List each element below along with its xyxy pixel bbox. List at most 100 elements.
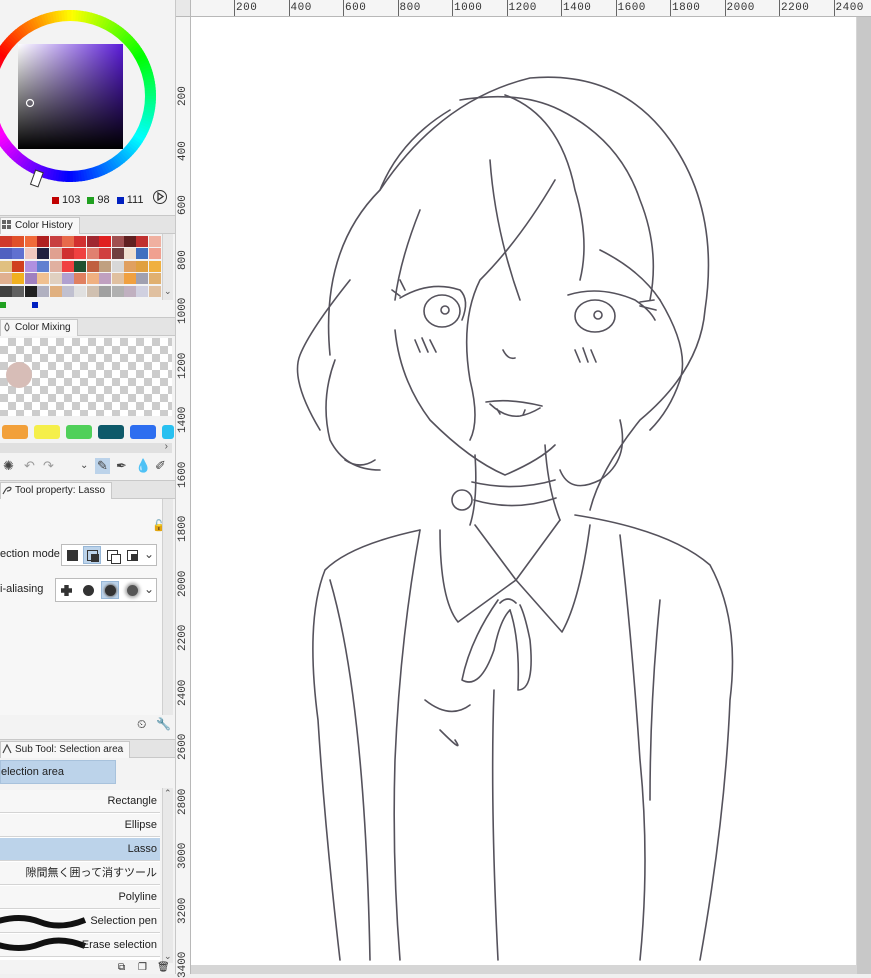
history-swatch[interactable] [62, 285, 74, 297]
history-swatch[interactable] [111, 248, 124, 260]
color-history-scrollbar[interactable]: ⌄ [162, 234, 173, 300]
history-swatch[interactable] [12, 285, 25, 297]
history-swatch[interactable] [74, 236, 87, 247]
tab-sub-tool[interactable]: Sub Tool: Selection area [0, 741, 131, 758]
history-swatch[interactable] [37, 285, 50, 297]
history-swatch[interactable] [148, 248, 161, 260]
history-swatch[interactable] [136, 248, 149, 260]
copy-icon[interactable]: ⧉ [118, 962, 125, 973]
red-value[interactable]: 103 [62, 194, 80, 206]
history-swatch[interactable] [124, 285, 136, 297]
history-swatch[interactable] [148, 273, 161, 285]
mode-intersect-selection-button[interactable] [123, 546, 141, 564]
history-swatch[interactable] [24, 273, 37, 285]
history-swatch[interactable] [111, 285, 124, 297]
history-swatch[interactable] [37, 273, 50, 285]
drawing-canvas[interactable] [191, 17, 856, 965]
history-swatch[interactable] [24, 285, 37, 297]
history-swatch[interactable] [62, 260, 74, 272]
blend-icon[interactable]: 💧 [135, 458, 151, 474]
history-swatch[interactable] [0, 236, 12, 247]
history-swatch[interactable] [12, 248, 25, 260]
history-swatch[interactable] [12, 273, 25, 285]
history-swatch[interactable] [0, 285, 12, 297]
history-swatch[interactable] [99, 273, 112, 285]
undo-icon[interactable]: ↶ [24, 458, 35, 474]
history-swatch[interactable] [124, 273, 136, 285]
color-mixing-canvas[interactable] [0, 338, 172, 416]
history-swatch[interactable] [136, 273, 149, 285]
history-swatch[interactable] [37, 248, 50, 260]
history-swatch[interactable] [49, 248, 62, 260]
history-swatch[interactable] [136, 236, 149, 247]
history-swatch[interactable] [124, 260, 136, 272]
history-swatch[interactable] [111, 273, 124, 285]
green-value[interactable]: 98 [97, 194, 109, 206]
history-swatch[interactable] [148, 236, 161, 247]
palette-green[interactable] [66, 425, 92, 439]
history-swatch[interactable] [74, 285, 87, 297]
sub-tool-item-selection-pen[interactable]: Selection pen [0, 910, 160, 933]
history-swatch[interactable] [37, 260, 50, 272]
aa-weak-button[interactable] [79, 581, 97, 599]
chevron-down-icon[interactable]: ⌄ [144, 547, 154, 561]
history-swatch[interactable] [99, 248, 112, 260]
canvas-area[interactable] [191, 17, 871, 974]
history-swatch[interactable] [99, 260, 112, 272]
palette-cyan[interactable] [162, 425, 174, 439]
history-swatch[interactable] [111, 260, 124, 272]
history-swatch[interactable] [24, 260, 37, 272]
trash-icon[interactable]: 🗑 [157, 962, 170, 973]
palette-blue[interactable] [130, 425, 156, 439]
history-swatch[interactable] [12, 236, 25, 247]
color-history-grid[interactable] [0, 236, 162, 298]
aa-strong-button[interactable] [123, 581, 141, 599]
palette-teal[interactable] [98, 425, 124, 439]
sub-tool-scrollbar[interactable]: ⌃ ⌄ [162, 788, 173, 963]
canvas-scrollbar[interactable] [857, 17, 871, 974]
spinner-icon[interactable]: ✺ [3, 458, 14, 474]
brush-tool-icon[interactable]: ✎ [95, 458, 110, 474]
history-swatch[interactable] [74, 260, 87, 272]
history-swatch[interactable] [99, 285, 112, 297]
history-swatch[interactable] [148, 260, 161, 272]
history-swatch[interactable] [49, 285, 62, 297]
history-swatch[interactable] [111, 236, 124, 247]
color-wheel[interactable] [0, 0, 175, 200]
wrench-icon[interactable]: 🔧 [156, 717, 171, 731]
history-swatch[interactable] [86, 260, 99, 272]
history-swatch[interactable] [124, 248, 136, 260]
chevron-down-icon[interactable]: ⌄ [144, 582, 154, 596]
history-swatch[interactable] [74, 273, 87, 285]
fill-brush-icon[interactable]: ✒ [116, 458, 127, 474]
reset-icon[interactable]: ⏲ [137, 717, 146, 732]
history-swatch[interactable] [49, 273, 62, 285]
history-swatch[interactable] [62, 273, 74, 285]
mode-subtract-selection-button[interactable] [103, 546, 121, 564]
history-swatch[interactable] [12, 260, 25, 272]
history-swatch[interactable] [62, 236, 74, 247]
history-swatch[interactable] [24, 248, 37, 260]
sub-tool-item-custom[interactable]: 隙間無く囲って消すツール [0, 862, 160, 885]
aa-none-button[interactable] [57, 581, 75, 599]
eyedropper-icon[interactable]: ✐ [155, 458, 166, 474]
mixing-scrollbar[interactable]: › [0, 441, 172, 453]
history-swatch[interactable] [136, 285, 149, 297]
sub-tool-item-lasso[interactable]: Lasso [0, 838, 160, 861]
tab-tool-property[interactable]: Tool property: Lasso [0, 482, 113, 499]
redo-icon[interactable]: ↷ [43, 458, 54, 474]
history-swatch[interactable] [136, 260, 149, 272]
history-swatch[interactable] [0, 248, 12, 260]
color-set-button[interactable] [153, 190, 167, 204]
history-swatch[interactable] [86, 285, 99, 297]
mode-add-selection-button[interactable] [83, 546, 101, 564]
history-swatch[interactable] [86, 236, 99, 247]
sub-tool-item-polyline[interactable]: Polyline [0, 886, 160, 909]
sub-tool-item-rectangle[interactable]: Rectangle [0, 790, 160, 813]
tab-color-mixing[interactable]: Color Mixing [0, 319, 78, 336]
history-swatch[interactable] [99, 236, 112, 247]
chevron-down-icon[interactable]: ⌄ [80, 460, 88, 471]
sub-tool-item-ellipse[interactable]: Ellipse [0, 814, 160, 837]
history-swatch[interactable] [37, 236, 50, 247]
history-swatch[interactable] [86, 273, 99, 285]
